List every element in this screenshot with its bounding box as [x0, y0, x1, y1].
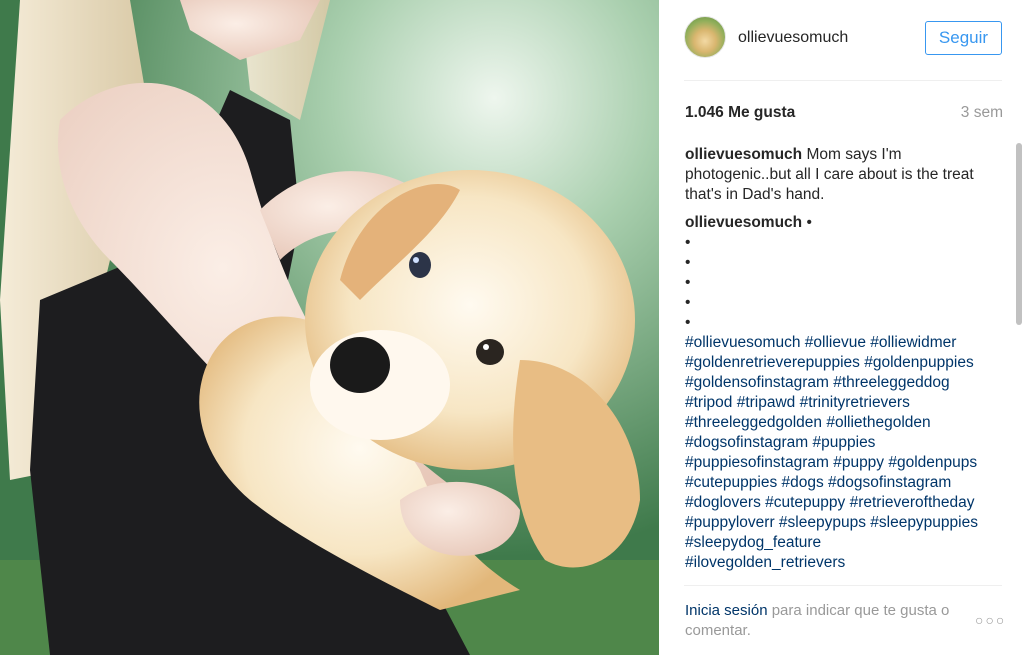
login-link[interactable]: Inicia sesión	[685, 602, 768, 619]
more-options-icon[interactable]: ○○○	[975, 612, 1006, 628]
login-prompt: Inicia sesión para indicar que te gusta …	[685, 601, 955, 641]
post-side-panel: ollievuesomuch Seguir 1.046 Me gusta 3 s…	[659, 0, 1024, 655]
profile-avatar[interactable]	[684, 16, 726, 58]
caption-comment: ollievuesomuch Mom says I'm photogenic..…	[685, 145, 983, 205]
header-divider	[684, 80, 1002, 81]
follow-button[interactable]: Seguir	[925, 21, 1002, 55]
bullet-line: •	[685, 314, 691, 331]
likes-count[interactable]: 1.046 Me gusta	[685, 104, 795, 122]
puppy-photo-illustration	[0, 0, 659, 655]
bullet-line: •	[685, 274, 691, 291]
comment-bullet: •	[806, 214, 812, 231]
header-username[interactable]: ollievuesomuch	[738, 29, 848, 47]
bullet-line: •	[685, 234, 691, 251]
likes-row: 1.046 Me gusta 3 sem	[685, 104, 1003, 126]
comment-username[interactable]: ollievuesomuch	[685, 214, 802, 231]
comments-scrollbar[interactable]	[1016, 143, 1022, 325]
caption-username[interactable]: ollievuesomuch	[685, 146, 802, 163]
bullet-line: •	[685, 294, 691, 311]
hashtags-text[interactable]: #ollievuesomuch #ollievue #olliewidmer #…	[685, 333, 983, 573]
bullet-line: •	[685, 254, 691, 271]
post-header: ollievuesomuch Seguir	[659, 0, 1024, 80]
post-photo[interactable]	[0, 0, 659, 655]
bullet-lines: • • • • •	[685, 233, 983, 333]
footer-divider	[684, 585, 1002, 586]
comments-list[interactable]: ollievuesomuch Mom says I'm photogenic..…	[685, 145, 983, 585]
hashtag-comment: ollievuesomuch • • • • • • #ollievuesomu…	[685, 213, 983, 573]
post-timestamp[interactable]: 3 sem	[961, 104, 1003, 122]
